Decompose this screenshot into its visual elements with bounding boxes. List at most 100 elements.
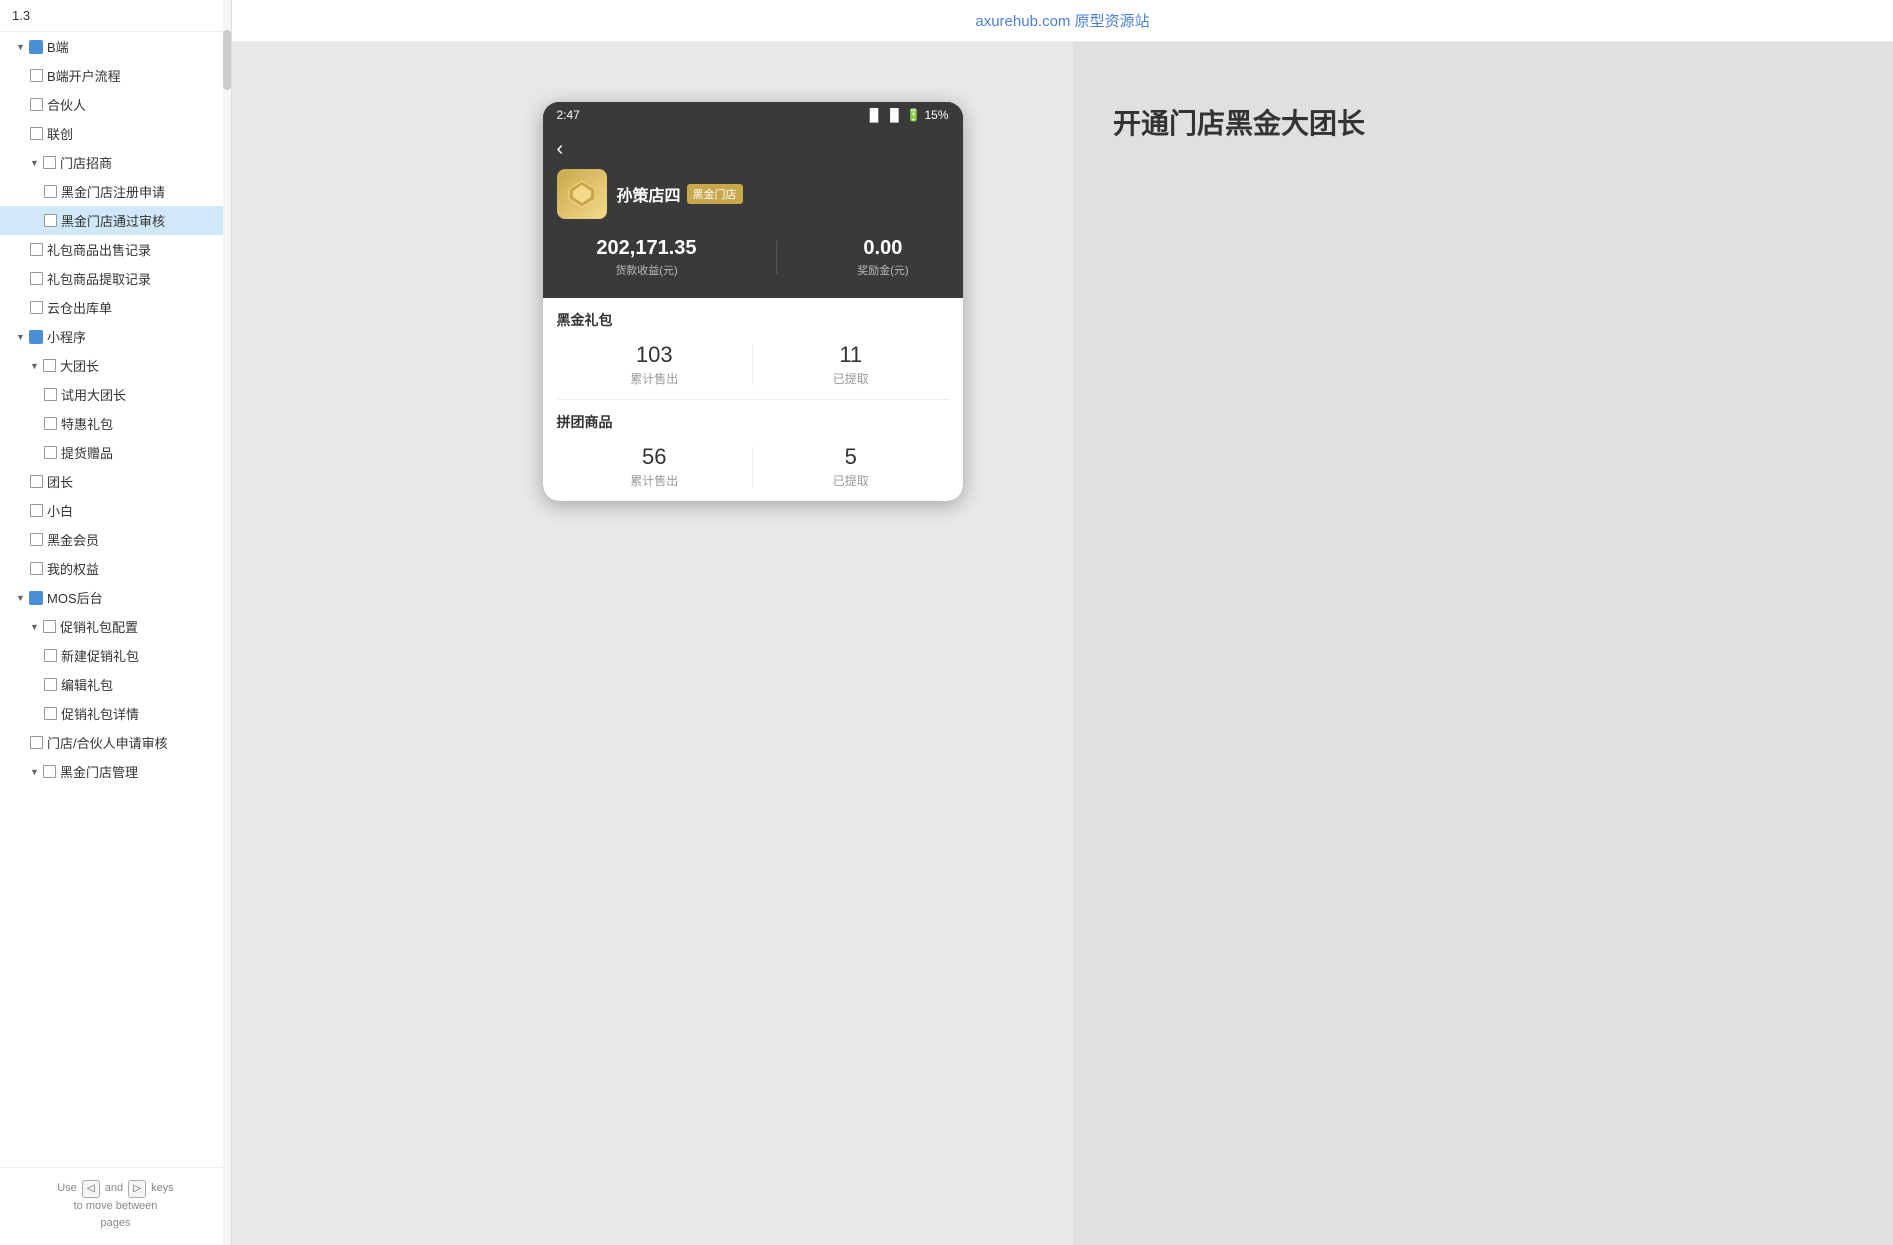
scrollbar-thumb[interactable] [223, 30, 231, 90]
sidebar-item-new-promo[interactable]: 新建促销礼包 [0, 641, 231, 670]
key-left-icon: ◁ [82, 1180, 100, 1198]
sidebar-item-label: 云仓出库单 [47, 298, 112, 317]
section2-stats: 56 累计售出 5 已提取 [543, 440, 963, 501]
folder-icon [29, 591, 43, 605]
phone-mockup-container: 2:47 ▐▌ ▐▌ 🔋 15% ‹ [232, 42, 1073, 1245]
sidebar-item-mos-backend[interactable]: ▼ MOS后台 [0, 583, 231, 612]
sidebar-item-black-member[interactable]: 黑金会员 [0, 525, 231, 554]
status-time: 2:47 [557, 108, 580, 122]
sidebar-item-b-end[interactable]: ▼ B端 [0, 32, 231, 61]
sidebar-item-promo-detail[interactable]: 促销礼包详情 [0, 699, 231, 728]
collapse-arrow: ▼ [30, 767, 40, 777]
main-content: axurehub.com 原型资源站 2:47 ▐▌ ▐▌ 🔋 15% ‹ [232, 0, 1893, 1245]
scrollbar-track[interactable] [223, 0, 231, 1245]
page-icon [30, 98, 43, 111]
top-bar: axurehub.com 原型资源站 [232, 0, 1893, 42]
phone-mockup: 2:47 ▐▌ ▐▌ 🔋 15% ‹ [543, 102, 963, 501]
sidebar-item-label: 黑金会员 [47, 530, 99, 549]
status-icons: ▐▌ ▐▌ 🔋 15% [866, 108, 949, 122]
sidebar-item-black-approved[interactable]: 黑金门店通过审核 [0, 206, 231, 235]
page-icon [30, 272, 43, 285]
page-icon [44, 446, 57, 459]
sidebar-item-cloud-stock[interactable]: 云仓出库单 [0, 293, 231, 322]
page-icon [30, 562, 43, 575]
folder-icon [29, 40, 43, 54]
sidebar-item-edit-gift[interactable]: 编辑礼包 [0, 670, 231, 699]
store-avatar [557, 169, 607, 219]
section2-stat2: 5 已提取 [753, 444, 949, 489]
sidebar-item-my-rights[interactable]: 我的权益 [0, 554, 231, 583]
section2-stat1-label: 累计售出 [557, 472, 753, 489]
sidebar-item-label: 新建促销礼包 [61, 646, 139, 665]
store-badge: 黑金门店 [687, 184, 743, 204]
sidebar-item-label: B端开户流程 [47, 66, 121, 85]
sidebar-item-promo-config[interactable]: ▼ 促销礼包配置 [0, 612, 231, 641]
page-icon [30, 475, 43, 488]
sidebar-item-store-recruit[interactable]: ▼ 门店招商 [0, 148, 231, 177]
sidebar-item-label: 联创 [47, 124, 73, 143]
stat-earnings-label: 货款收益(元) [596, 262, 696, 278]
stat-bonus: 0.00 奖励金(元) [857, 237, 908, 278]
sidebar-footer: Use ◁ and ▷ keys to move between pages [0, 1167, 231, 1245]
sidebar-item-label: B端 [47, 37, 69, 56]
sidebar-item-black-store-mgmt[interactable]: ▼ 黑金门店管理 [0, 757, 231, 786]
stat-bonus-value: 0.00 [857, 237, 908, 260]
collapse-arrow: ▼ [16, 593, 26, 603]
sidebar-item-label: 小程序 [47, 327, 86, 346]
footer-and-text: and [105, 1180, 123, 1198]
phone-status-bar: 2:47 ▐▌ ▐▌ 🔋 15% [543, 102, 963, 128]
footer-use-text: Use [57, 1180, 77, 1198]
sidebar-item-store-apply[interactable]: 门店/合伙人申请审核 [0, 728, 231, 757]
sidebar-item-label: 试用大团长 [61, 385, 126, 404]
sidebar-item-leader[interactable]: 团长 [0, 467, 231, 496]
sidebar: 1.3 ▼ B端 B端开户流程 合伙人 联创 ▼ 门店招商 黑金门店注册申请 [0, 0, 232, 1245]
sidebar-item-label: 提货赠品 [61, 443, 113, 462]
store-name-section: 孙策店四 黑金门店 [617, 182, 743, 206]
sidebar-item-label: 黑金门店通过审核 [61, 211, 165, 230]
sidebar-item-label: 促销礼包详情 [61, 704, 139, 723]
sidebar-item-b-open[interactable]: B端开户流程 [0, 61, 231, 90]
page-icon [30, 533, 43, 546]
sidebar-item-special-gift[interactable]: 特惠礼包 [0, 409, 231, 438]
sidebar-item-label: 团长 [47, 472, 73, 491]
page-icon [43, 359, 56, 372]
store-info: 孙策店四 黑金门店 [557, 169, 949, 219]
phone-stats-row: 202,171.35 货款收益(元) 0.00 奖励金(元) [557, 233, 949, 282]
sidebar-item-label: 门店招商 [60, 153, 112, 172]
footer-move-text: to move between [74, 1200, 158, 1212]
footer-pages-text: pages [101, 1217, 131, 1229]
page-icon [30, 736, 43, 749]
sidebar-item-label: 我的权益 [47, 559, 99, 578]
page-icon [30, 243, 43, 256]
section1-title: 黑金礼包 [543, 298, 963, 338]
page-icon [30, 127, 43, 140]
stat-bonus-label: 奖励金(元) [857, 262, 908, 278]
sidebar-item-big-leader[interactable]: ▼ 大团长 [0, 351, 231, 380]
back-button[interactable]: ‹ [557, 138, 949, 161]
page-icon [43, 156, 56, 169]
topbar-title: axurehub.com 原型资源站 [975, 13, 1149, 30]
sidebar-item-black-register[interactable]: 黑金门店注册申请 [0, 177, 231, 206]
phone-header: ‹ 孙策店四 黑金门店 [543, 128, 963, 298]
section1-stat1-value: 103 [557, 342, 753, 368]
sidebar-item-joint[interactable]: 联创 [0, 119, 231, 148]
right-panel: 开通门店黑金大团长 [1073, 42, 1893, 1245]
page-icon [44, 388, 57, 401]
section1-stat1-label: 累计售出 [557, 370, 753, 387]
collapse-arrow: ▼ [16, 42, 26, 52]
sidebar-item-gift-pickup[interactable]: 礼包商品提取记录 [0, 264, 231, 293]
sidebar-item-mini-prog[interactable]: ▼ 小程序 [0, 322, 231, 351]
page-icon [30, 504, 43, 517]
section1-stat2-label: 已提取 [753, 370, 949, 387]
page-icon [44, 214, 57, 227]
section2-title: 拼团商品 [543, 400, 963, 440]
section2-stat2-value: 5 [753, 444, 949, 470]
sidebar-tree: ▼ B端 B端开户流程 合伙人 联创 ▼ 门店招商 黑金门店注册申请 黑金门店通… [0, 32, 231, 1167]
sidebar-item-label: 大团长 [60, 356, 99, 375]
sidebar-item-try-leader[interactable]: 试用大团长 [0, 380, 231, 409]
sidebar-item-xiaobai[interactable]: 小白 [0, 496, 231, 525]
sidebar-item-pickup-gift[interactable]: 提货赠品 [0, 438, 231, 467]
sidebar-item-gift-sales[interactable]: 礼包商品出售记录 [0, 235, 231, 264]
sidebar-item-label: 编辑礼包 [61, 675, 113, 694]
sidebar-item-partner[interactable]: 合伙人 [0, 90, 231, 119]
